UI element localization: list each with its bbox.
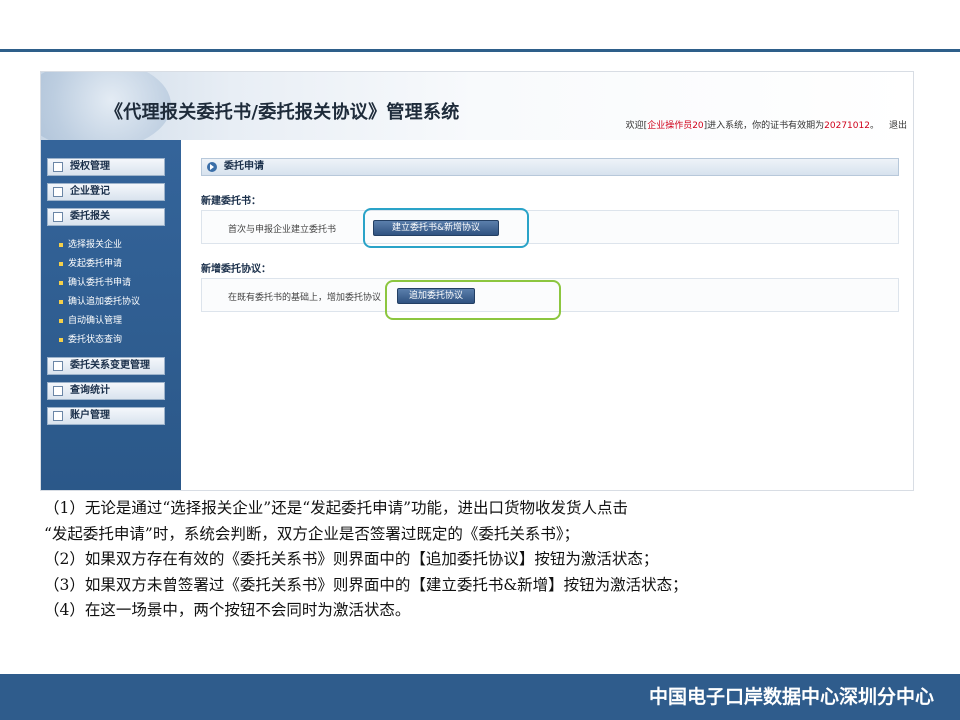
- folder-icon: [53, 361, 63, 371]
- bullet-icon: [59, 242, 63, 247]
- section-header: 委托申请: [201, 158, 899, 176]
- folder-icon: [53, 162, 63, 172]
- menu-enterprise-registration[interactable]: 企业登记: [47, 183, 165, 201]
- caption-line: （4）在这一场景中，两个按钮不会同时为激活状态。: [44, 601, 411, 619]
- section-title: 委托申请: [224, 161, 264, 172]
- new-entrust-description: 首次与申报企业建立委托书: [228, 225, 337, 235]
- user-name: 企业操作员20: [647, 121, 704, 131]
- submenu-label: 自动确认管理: [68, 316, 123, 326]
- bullet-icon: [59, 337, 63, 342]
- logout-link[interactable]: 退出: [889, 121, 907, 131]
- app-screenshot: 《代理报关委托书/委托报关协议》管理系统 欢迎[企业操作员20]进入系统，你的证…: [40, 71, 914, 491]
- arrow-circle-icon: [207, 162, 217, 172]
- sidebar: 授权管理 企业登记 委托报关 选择报关企业 发起委托申请 确认委托书申请 确认追…: [41, 140, 181, 490]
- menu-entrust-declaration[interactable]: 委托报关: [47, 208, 165, 226]
- menu-label: 账户管理: [70, 410, 110, 421]
- menu-label: 委托报关: [70, 211, 110, 222]
- submenu-confirm-entrust[interactable]: 确认委托书申请: [59, 274, 169, 293]
- submenu-label: 选择报关企业: [68, 240, 123, 250]
- bullet-icon: [59, 261, 63, 266]
- caption-line: （3）如果双方未曾签署过《委托关系书》则界面中的【建立委托书&新增】按钮为激活状…: [44, 575, 688, 594]
- welcome-mid: ]进入系统，你的证书有效期为: [703, 121, 825, 131]
- menu-label: 查询统计: [70, 385, 110, 396]
- caption-line: “发起委托申请”时，系统会判断，双方企业是否签署过既定的《委托关系书》；: [44, 524, 580, 543]
- menu-account-management[interactable]: 账户管理: [47, 407, 165, 425]
- submenu-select-broker[interactable]: 选择报关企业: [59, 236, 169, 255]
- app-header: 《代理报关委托书/委托报关协议》管理系统 欢迎[企业操作员20]进入系统，你的证…: [41, 72, 913, 150]
- bullet-icon: [59, 299, 63, 304]
- submenu-label: 确认追加委托协议: [68, 297, 141, 307]
- highlight-create-entrust: [363, 208, 529, 248]
- submenu-label: 发起委托申请: [68, 259, 123, 269]
- submenu-label: 确认委托书申请: [68, 278, 132, 288]
- new-entrust-heading: 新建委托书：: [201, 196, 261, 207]
- submenu-auto-confirm[interactable]: 自动确认管理: [59, 312, 169, 331]
- welcome-prefix: 欢迎[: [625, 121, 648, 131]
- new-entrust-panel: 首次与申报企业建立委托书: [201, 210, 899, 244]
- folder-icon: [53, 212, 63, 222]
- folder-icon: [53, 187, 63, 197]
- add-agreement-description: 在既有委托书的基础上，增加委托协议: [228, 293, 382, 303]
- top-divider-line: [0, 49, 960, 52]
- cert-expiry: 20271012: [824, 121, 870, 131]
- folder-icon: [53, 386, 63, 396]
- highlight-add-agreement: [385, 280, 561, 320]
- caption-line: （1）无论是通过“选择报关企业”还是“发起委托申请”功能，进出口货物收发货人点击: [44, 499, 629, 517]
- explanation-text: （1）无论是通过“选择报关企业”还是“发起委托申请”功能，进出口货物收发货人点击…: [44, 496, 924, 624]
- welcome-suffix: 。: [869, 121, 879, 131]
- main-content: 委托申请 新建委托书： 首次与申报企业建立委托书 建立委托书&新增协议 新增委托…: [187, 140, 913, 490]
- folder-icon: [53, 411, 63, 421]
- submenu-initiate-request[interactable]: 发起委托申请: [59, 255, 169, 274]
- submenu-status-query[interactable]: 委托状态查询: [59, 331, 169, 350]
- submenu-label: 委托状态查询: [68, 335, 123, 345]
- submenu-confirm-additional[interactable]: 确认追加委托协议: [59, 293, 169, 312]
- app-title: 《代理报关委托书/委托报关协议》管理系统: [105, 102, 460, 123]
- menu-label: 企业登记: [70, 186, 110, 197]
- menu-label: 委托关系变更管理: [70, 360, 150, 371]
- caption-line: （2）如果双方存在有效的《委托关系书》则界面中的【追加委托协议】按钮为激活状态；: [44, 550, 659, 568]
- add-agreement-heading: 新增委托协议：: [201, 264, 271, 275]
- footer-bar: 中国电子口岸数据中心深圳分中心: [0, 674, 960, 720]
- footer-org-name: 中国电子口岸数据中心深圳分中心: [648, 686, 934, 708]
- welcome-message: 欢迎[企业操作员20]进入系统，你的证书有效期为20271012。 退出: [626, 118, 907, 131]
- menu-query-statistics[interactable]: 查询统计: [47, 382, 165, 400]
- menu-relationship-change[interactable]: 委托关系变更管理: [47, 357, 165, 375]
- bullet-icon: [59, 280, 63, 285]
- menu-label: 授权管理: [70, 161, 110, 172]
- bullet-icon: [59, 318, 63, 323]
- submenu: 选择报关企业 发起委托申请 确认委托书申请 确认追加委托协议 自动确认管理 委托…: [59, 236, 169, 350]
- menu-auth-management[interactable]: 授权管理: [47, 158, 165, 176]
